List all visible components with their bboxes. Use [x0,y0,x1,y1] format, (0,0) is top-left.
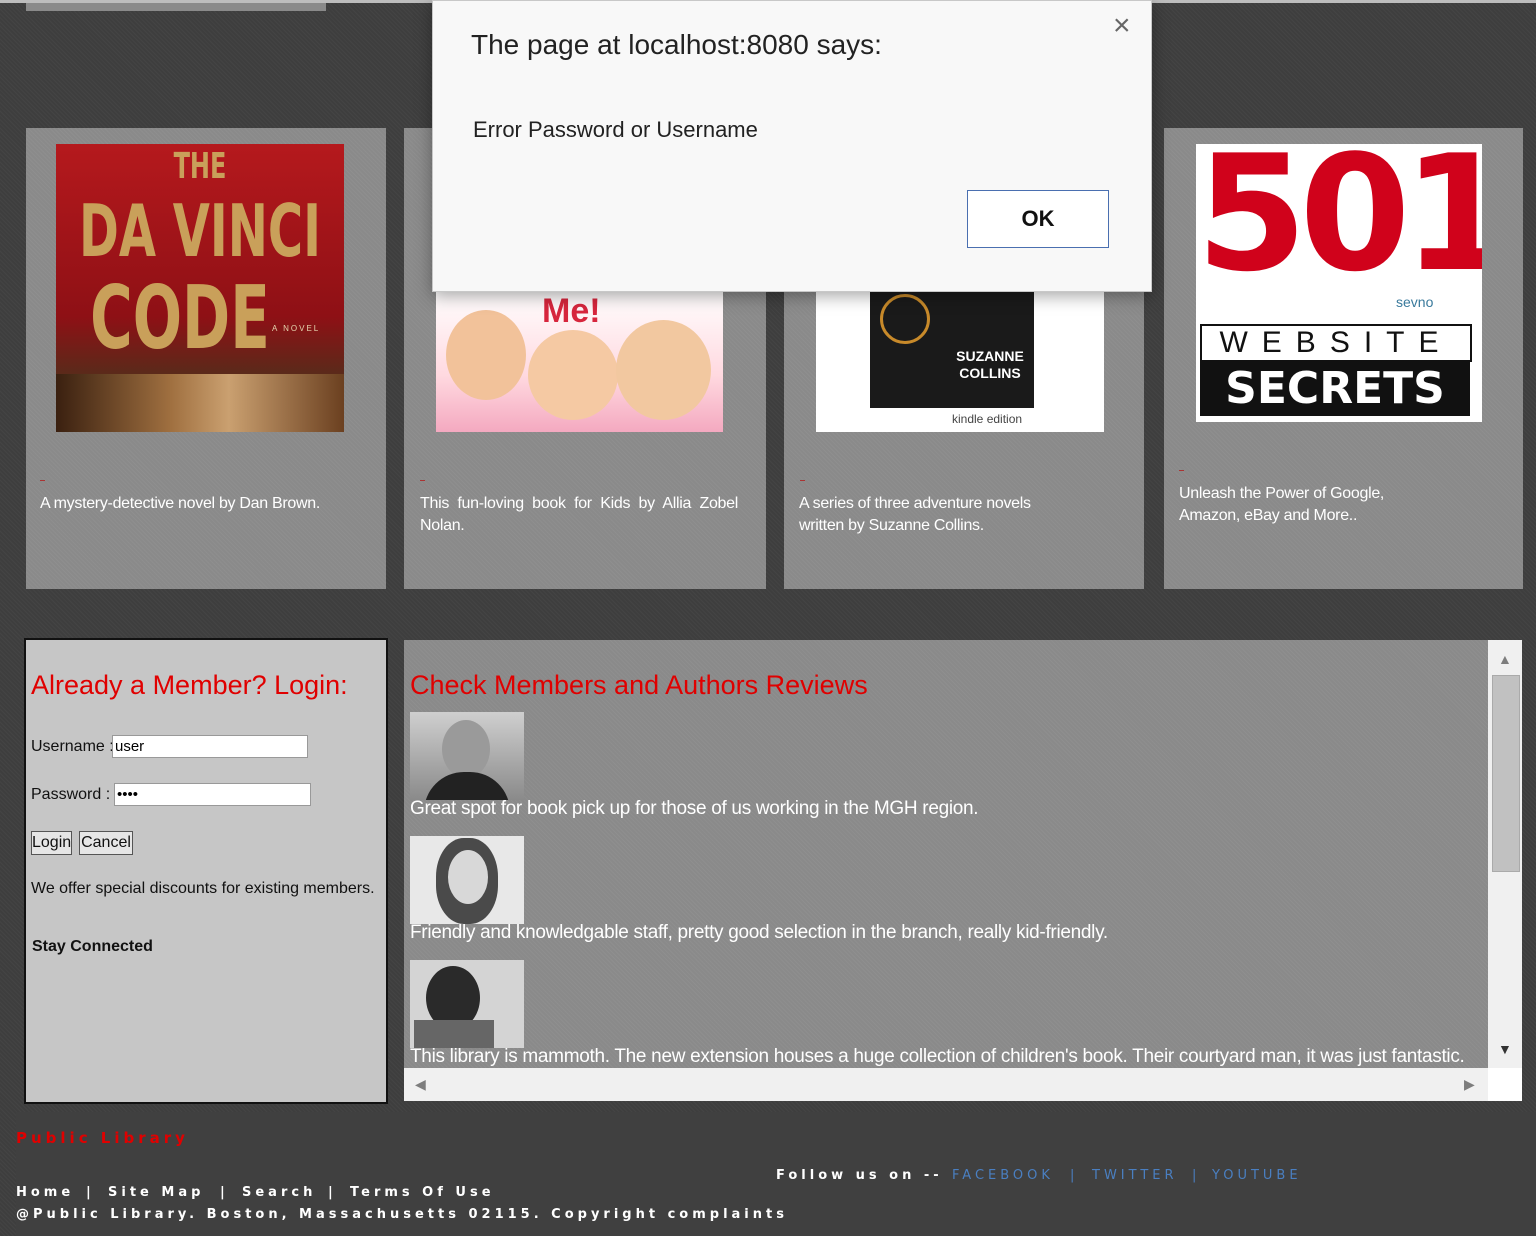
password-label: Password : [31,786,111,803]
scroll-left-icon[interactable]: ◀ [415,1077,426,1091]
facebook-link[interactable]: FACEBOOK [952,1168,1054,1183]
footer-nav-separator: | [86,1185,95,1200]
cartoon-face [616,320,711,420]
cartoon-face [446,310,526,400]
book-description: A series of three adventure novels writt… [799,495,1031,534]
cover-subtitle: A NOVEL [272,324,321,333]
book-card-501-secrets[interactable]: 501 sevno WEBSITE SECRETS Unleash the Po… [1164,128,1523,589]
scroll-right-icon[interactable]: ▶ [1464,1077,1475,1091]
login-panel: Already a Member? Login: Username : user… [24,638,388,1104]
follow-label: Follow us on -- [776,1168,943,1183]
cover-title-line: CODE [90,267,270,369]
stay-connected-heading: Stay Connected [32,938,153,955]
dialog-title: The page at localhost:8080 says: [471,29,882,60]
login-button[interactable]: Login [31,831,72,855]
footer-nav-separator: | [328,1185,337,1200]
book-cover-davinci[interactable]: THE DA VINCI CODE A NOVEL [56,144,344,432]
cover-number: 501 [1196,144,1482,307]
book-cover-501-secrets[interactable]: 501 sevno WEBSITE SECRETS [1196,144,1482,422]
close-icon[interactable]: × [1113,11,1131,41]
ok-button[interactable]: OK [967,190,1109,248]
reviews-panel: Check Members and Authors Reviews Great … [404,640,1522,1101]
reviewer-avatar [410,960,524,1048]
scroll-down-icon[interactable]: ▼ [1498,1042,1512,1056]
book-description: A mystery-detective novel by Dan Brown. [40,495,320,512]
footer-brand: Public Library [16,1129,189,1147]
youtube-link[interactable]: YOUTUBE [1212,1168,1302,1183]
footer-nav-separator: | [220,1185,229,1200]
footer-nav-site-map[interactable]: Site Map [108,1185,204,1200]
book-card-davinci[interactable]: THE DA VINCI CODE A NOVEL A mystery-dete… [26,128,386,589]
footer-nav-search[interactable]: Search [242,1185,316,1200]
kindle-badge: kindle edition [952,412,1023,426]
cover-title-line: THE [173,145,227,187]
username-input[interactable]: user [112,735,308,758]
review-text: This library is mammoth. The new extensi… [410,1046,1465,1067]
login-heading: Already a Member? Login: [31,670,348,700]
cover-line: WEBSITE [1200,324,1472,362]
twitter-link[interactable]: TWITTER [1092,1168,1178,1183]
footer-nav-terms[interactable]: Terms Of Use [350,1185,495,1200]
reviewer-avatar [410,836,524,924]
dialog-message: Error Password or Username [473,117,758,142]
cover-title: Me! [542,292,601,330]
cartoon-face [528,330,618,420]
reviews-heading: Check Members and Authors Reviews [410,670,868,700]
review-text: Great spot for book pick up for those of… [410,798,979,819]
password-input[interactable]: •••• [114,783,311,806]
scrollbar-corner [1488,1068,1522,1101]
cover-brand: sevno [1396,294,1434,310]
review-text: Friendly and knowledgable staff, pretty … [410,922,1108,943]
cover-line: SECRETS [1200,362,1470,416]
cover-portrait [56,374,344,432]
scroll-up-icon[interactable]: ▲ [1498,652,1512,666]
vertical-scrollbar-thumb[interactable] [1492,675,1520,872]
cover-title-line: DA VINCI [79,190,321,274]
top-bar [26,3,326,11]
reviewer-avatar [410,712,524,800]
book-description: Unleash the Power of Google, Amazon, eBa… [1179,485,1385,524]
cancel-button[interactable]: Cancel [79,831,133,855]
book-description: This fun-loving book for Kids by Allia Z… [420,495,738,534]
discount-text: We offer special discounts for existing … [31,880,375,897]
alert-dialog: The page at localhost:8080 says: × Error… [432,0,1152,292]
social-separator: | [1192,1168,1201,1183]
username-label: Username : [31,738,114,755]
horizontal-scrollbar[interactable] [404,1068,1488,1101]
social-separator: | [1070,1168,1079,1183]
book-cover-hunger-games[interactable]: SUZANNE COLLINS kindle edition [816,290,1104,432]
footer-nav-home[interactable]: Home [16,1185,74,1200]
mockingjay-emblem [880,294,930,344]
footer-copyright: @Public Library. Boston, Massachusetts 0… [16,1207,788,1222]
book-cover-kids[interactable]: Me! [436,290,723,432]
